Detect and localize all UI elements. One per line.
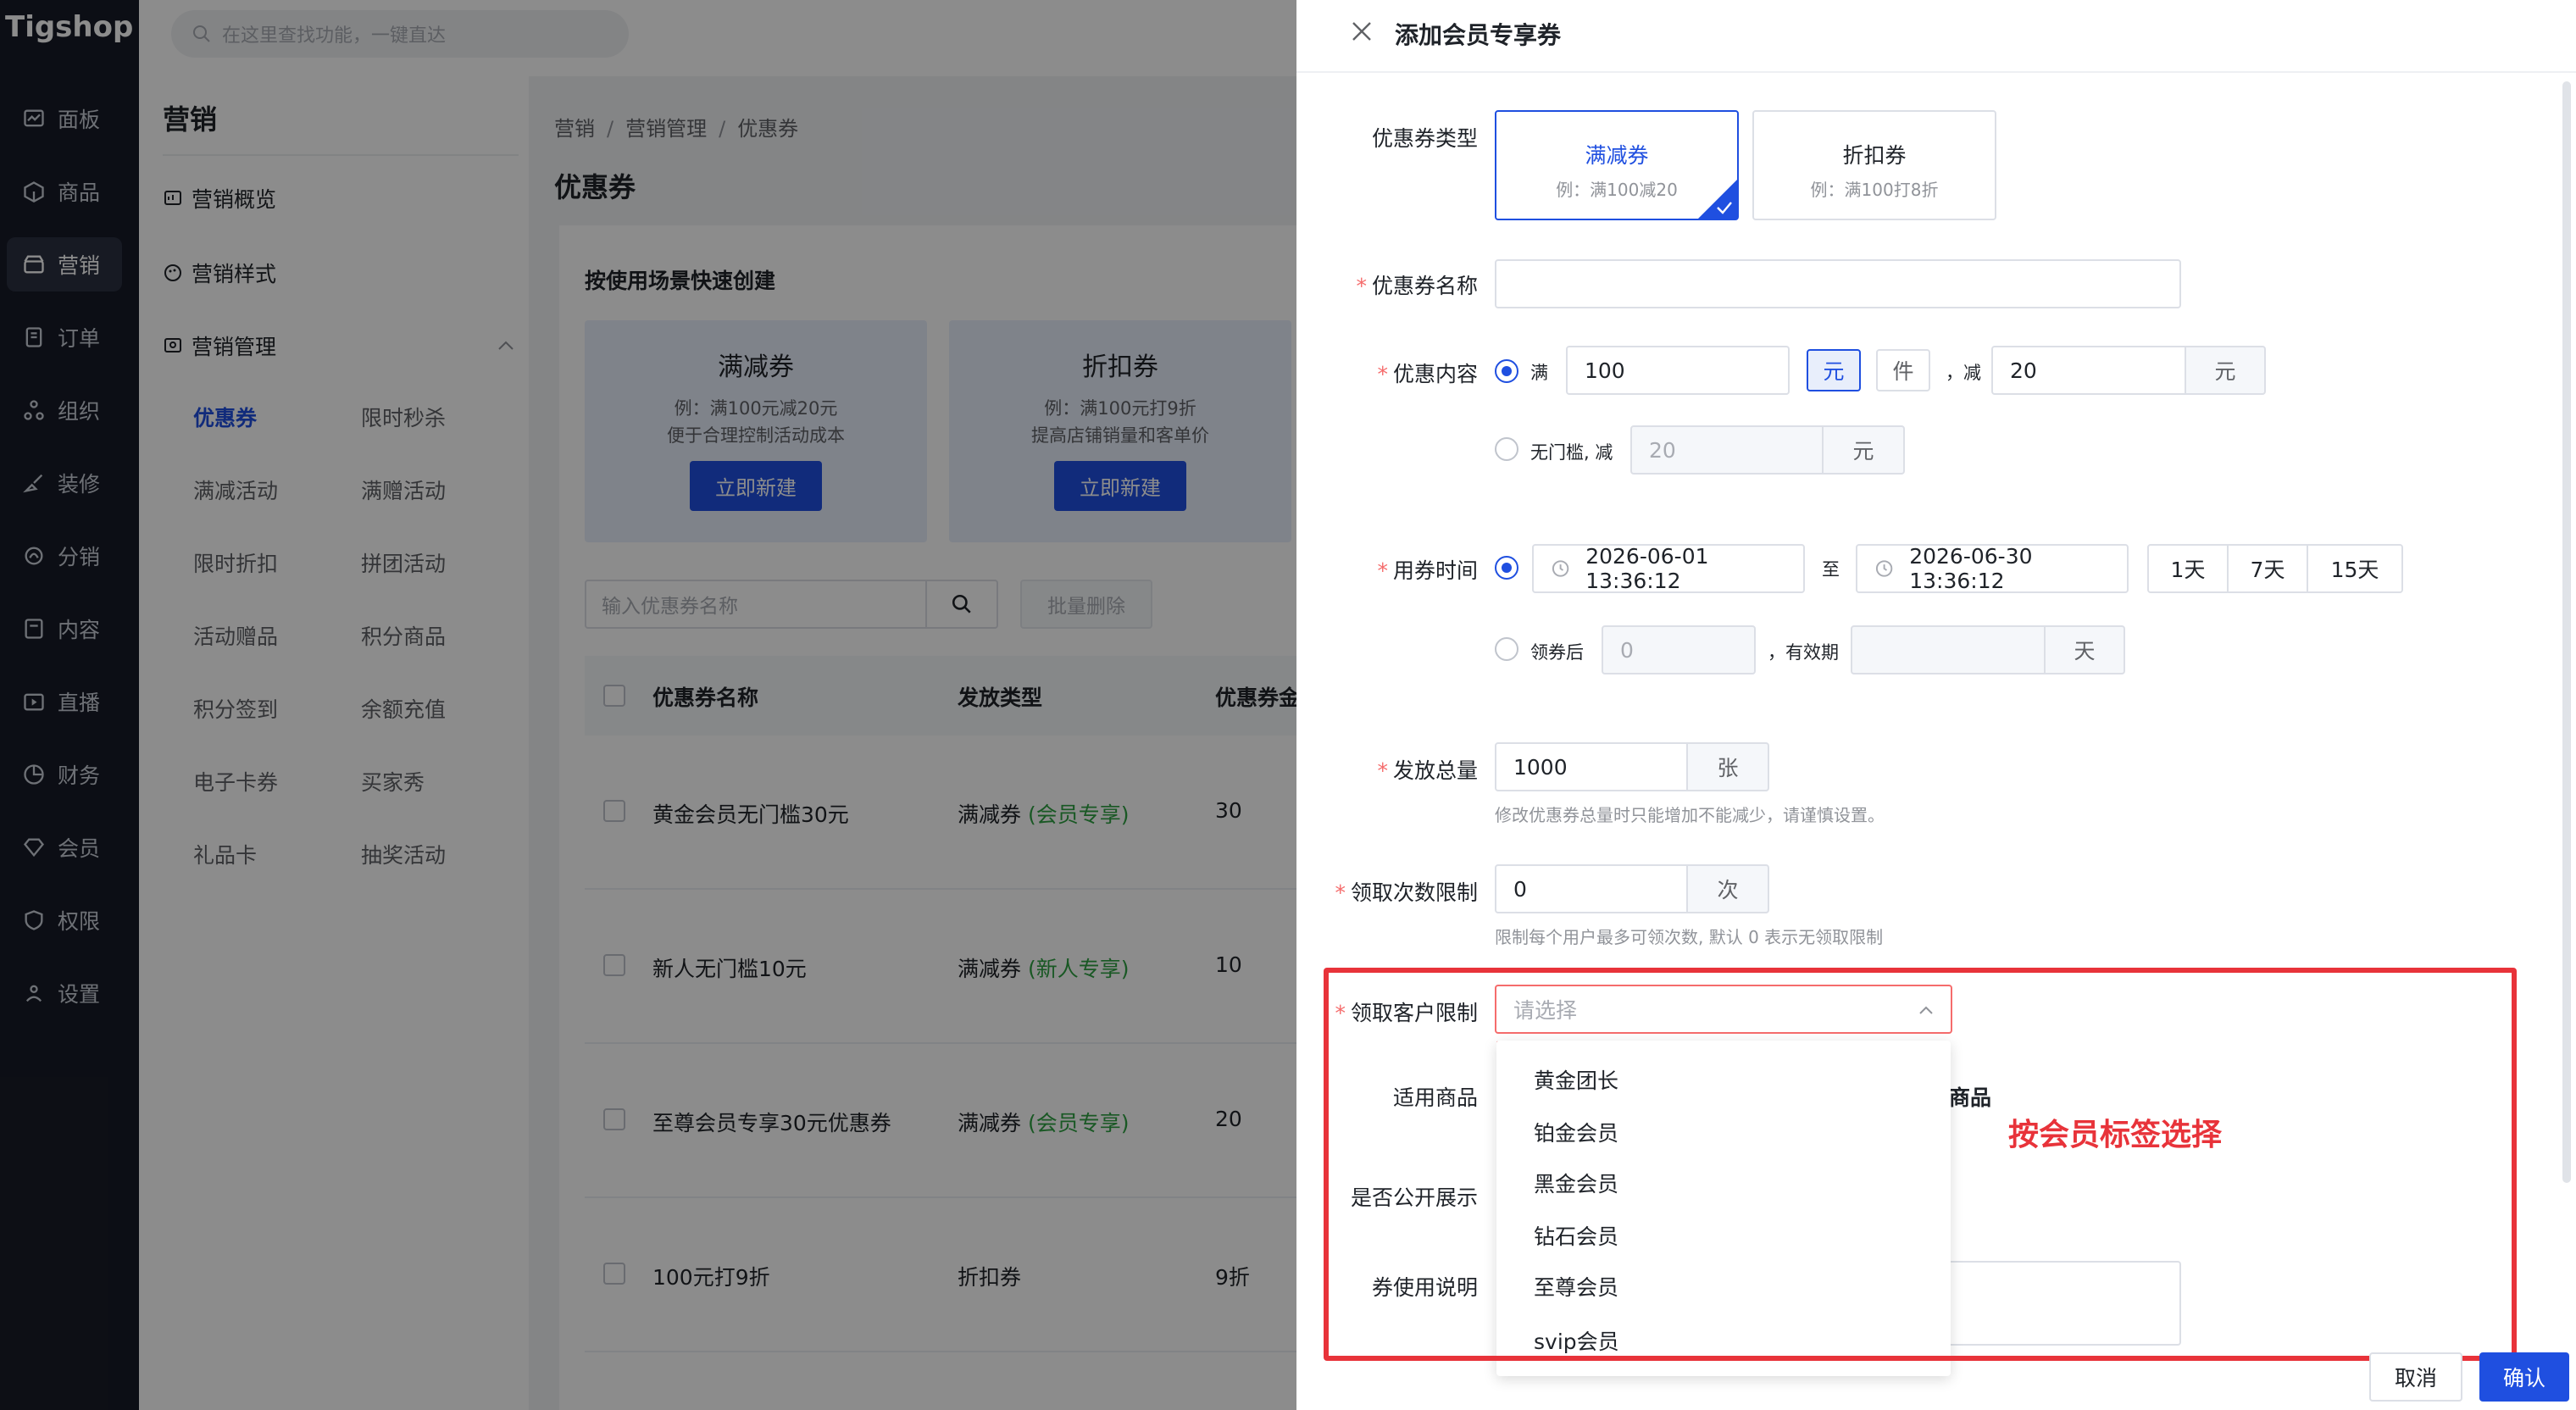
no-threshold-unit: 元 bbox=[1822, 425, 1905, 475]
threshold-radio[interactable] bbox=[1495, 359, 1518, 383]
label-text: 发放总量 bbox=[1392, 758, 1478, 783]
drawer-scrollbar[interactable] bbox=[2562, 81, 2571, 1183]
after-receive-days-input[interactable]: 0 bbox=[1602, 625, 1756, 674]
coupon-type-discount[interactable]: 折扣券 例：满100打8折 bbox=[1752, 110, 1996, 220]
annotation-text: 按会员标签选择 bbox=[2008, 1118, 2223, 1152]
total-input[interactable]: 1000 bbox=[1495, 742, 1688, 791]
total-unit: 张 bbox=[1686, 742, 1769, 791]
valid-period-label: ，有效期 bbox=[1768, 642, 1839, 663]
label-text: 优惠内容 bbox=[1392, 362, 1478, 386]
required-mark: * bbox=[1377, 558, 1388, 583]
reduce-prefix: ，减 bbox=[1946, 363, 1981, 383]
highlight-box bbox=[1324, 968, 2517, 1361]
label-coupon-name: * 优惠券名称 bbox=[1207, 269, 1478, 300]
after-receive-radio[interactable] bbox=[1495, 637, 1518, 661]
modal-overlay[interactable] bbox=[0, 0, 1296, 1410]
unit-yuan-toggle[interactable]: 元 bbox=[1807, 349, 1861, 391]
start-time-picker[interactable]: 2026-06-01 13:36:12 bbox=[1532, 544, 1805, 593]
confirm-button[interactable]: 确认 bbox=[2479, 1352, 2569, 1402]
coupon-type-title: 折扣券 bbox=[1842, 143, 1907, 168]
coupon-name-input[interactable] bbox=[1495, 259, 2181, 308]
receive-limit-hint: 限制每个用户最多可领次数, 默认 0 表示无领取限制 bbox=[1495, 927, 1884, 947]
no-threshold-value: 20 bbox=[1649, 437, 1676, 463]
close-icon[interactable] bbox=[1351, 20, 1373, 42]
quick-time-1day[interactable]: 1天 bbox=[2147, 544, 2229, 593]
coupon-type-full-reduction[interactable]: 满减券 例：满100减20 bbox=[1495, 110, 1739, 220]
label-coupon-type: 优惠券类型 bbox=[1371, 126, 1478, 151]
reduce-amount-value: 20 bbox=[2010, 358, 2037, 383]
required-mark: * bbox=[1377, 758, 1388, 783]
valid-period-unit: 天 bbox=[2044, 625, 2125, 674]
check-icon bbox=[1717, 202, 1732, 214]
end-time-value: 2026-06-30 13:36:12 bbox=[1909, 544, 2033, 593]
cancel-button[interactable]: 取消 bbox=[2369, 1352, 2462, 1402]
label-use-time: * 用券时间 bbox=[1207, 554, 1478, 585]
unit-piece-toggle[interactable]: 件 bbox=[1876, 349, 1930, 391]
quick-time-15day[interactable]: 15天 bbox=[2307, 544, 2403, 593]
label-coupon-content: * 优惠内容 bbox=[1207, 358, 1478, 388]
total-value: 1000 bbox=[1513, 754, 1568, 780]
clock-icon bbox=[1552, 560, 1569, 577]
coupon-type-title: 满减券 bbox=[1585, 143, 1649, 168]
threshold-amount-input[interactable]: 100 bbox=[1566, 346, 1790, 395]
no-threshold-label: 无门槛, 减 bbox=[1530, 442, 1613, 463]
start-time-value: 2026-06-01 13:36:12 bbox=[1585, 544, 1709, 593]
required-mark: * bbox=[1335, 880, 1346, 905]
coupon-type-desc: 例：满100打8折 bbox=[1810, 180, 1939, 200]
after-receive-days-value: 0 bbox=[1620, 637, 1634, 663]
end-time-picker[interactable]: 2026-06-30 13:36:12 bbox=[1856, 544, 2129, 593]
reduce-amount-input[interactable]: 20 bbox=[1991, 346, 2186, 395]
label-receive-limit: * 领取次数限制 bbox=[1207, 876, 1478, 907]
total-hint: 修改优惠券总量时只能增加不能减少，请谨慎设置。 bbox=[1495, 805, 1885, 825]
required-mark: * bbox=[1377, 362, 1388, 386]
label-text: 领取次数限制 bbox=[1350, 880, 1478, 905]
reduce-unit: 元 bbox=[2185, 346, 2266, 395]
time-to-label: 至 bbox=[1822, 559, 1840, 580]
threshold-prefix: 满 bbox=[1530, 363, 1548, 383]
required-mark: * bbox=[1356, 274, 1367, 298]
clock-icon bbox=[1875, 560, 1893, 577]
valid-period-input[interactable] bbox=[1851, 625, 2046, 674]
drawer-title: 添加会员专享券 bbox=[1395, 21, 1562, 49]
label-total: * 发放总量 bbox=[1207, 754, 1478, 785]
no-threshold-radio[interactable] bbox=[1495, 437, 1518, 461]
fixed-time-radio[interactable] bbox=[1495, 556, 1518, 580]
threshold-amount-value: 100 bbox=[1585, 358, 1625, 383]
quick-time-7day[interactable]: 7天 bbox=[2227, 544, 2308, 593]
label-text: 用券时间 bbox=[1392, 558, 1478, 583]
receive-limit-value: 0 bbox=[1513, 876, 1527, 902]
label-text: 优惠券名称 bbox=[1371, 274, 1478, 298]
receive-limit-unit: 次 bbox=[1686, 864, 1769, 913]
receive-limit-input[interactable]: 0 bbox=[1495, 864, 1688, 913]
no-threshold-input[interactable]: 20 bbox=[1630, 425, 1824, 475]
after-receive-label: 领券后 bbox=[1530, 642, 1584, 663]
